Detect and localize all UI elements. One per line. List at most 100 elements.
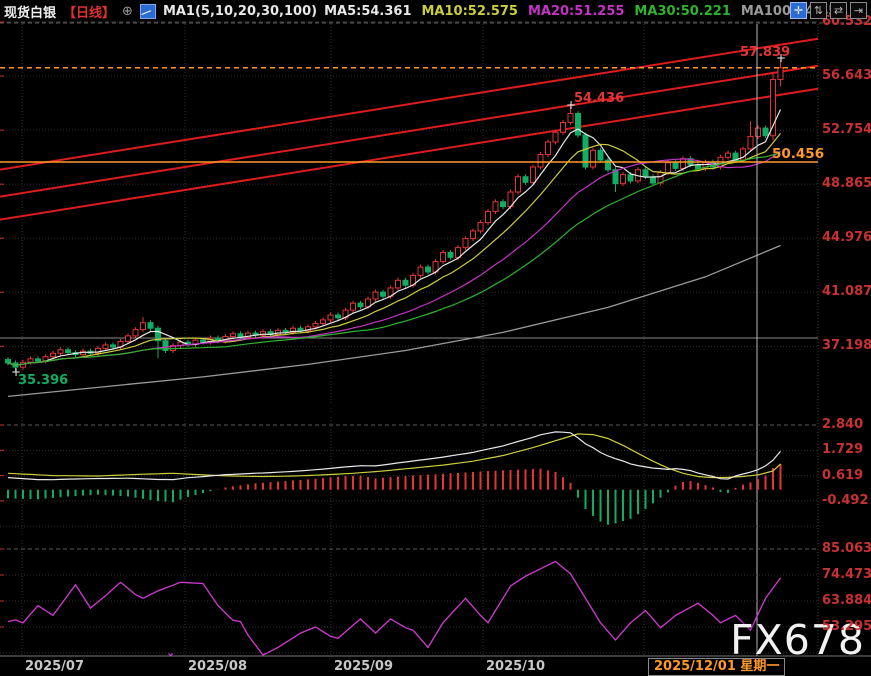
- candle-up: [493, 202, 498, 212]
- candle-up: [51, 353, 56, 356]
- candle-down: [381, 292, 386, 296]
- candle-up: [666, 163, 671, 173]
- chart-window: 现货白银 【日线】 ⊕ MA1(5,10,20,30,100) MA5:54.3…: [0, 0, 871, 676]
- candle-up: [531, 167, 536, 182]
- candle-up: [756, 128, 761, 136]
- ma-value-label: MA5:54.361: [324, 4, 411, 19]
- candle-up: [726, 153, 731, 157]
- candle-up: [396, 280, 401, 288]
- time-axis-label: 2025/09: [334, 659, 393, 674]
- candle-up: [568, 113, 573, 122]
- candle-down: [403, 280, 408, 285]
- shift-chart-icon[interactable]: ⇥: [850, 2, 867, 19]
- candle-up: [328, 315, 333, 320]
- candle-up: [486, 211, 491, 222]
- candle-down: [148, 323, 153, 329]
- y-axis-tick-label: 48.865: [822, 176, 871, 191]
- y-axis-tick-label: -0.492: [822, 493, 869, 508]
- ma-values: MA5:54.361MA10:52.575MA20:51.255MA30:50.…: [324, 4, 846, 19]
- candle-down: [576, 113, 581, 135]
- candle-down: [426, 267, 431, 272]
- candle-down: [66, 350, 71, 353]
- y-axis-tick-label: 53.295: [822, 619, 871, 634]
- candle-up: [621, 175, 626, 184]
- low-price-label: 35.396: [18, 373, 68, 388]
- add-indicator-icon[interactable]: ⊕: [122, 4, 133, 19]
- y-axis-tick-label: 41.087: [822, 284, 871, 299]
- candle-down: [628, 175, 633, 181]
- high-marker-icon: +: [776, 51, 786, 65]
- ma-value-label: MA20:51.255: [528, 4, 624, 19]
- y-axis-tick-label: 63.884: [822, 593, 871, 608]
- candle-up: [748, 136, 753, 149]
- candle-down: [358, 303, 363, 306]
- toolbar: ✛⇅⇄⇥: [790, 2, 867, 19]
- time-axis-label: 2025/10: [486, 659, 545, 674]
- trend-channel-line: [0, 39, 818, 170]
- candle-up: [591, 150, 596, 167]
- layout-grid-icon[interactable]: ✛: [790, 2, 807, 19]
- x-axis-scale-icon[interactable]: ⇄: [830, 2, 847, 19]
- time-axis-label: 2025/07: [25, 659, 84, 674]
- candle-up: [418, 267, 423, 275]
- candle-up: [313, 323, 318, 326]
- candle-down: [201, 340, 206, 342]
- macd-macd-value: MACD:1.119: [294, 404, 384, 419]
- instrument-name: 现货白银: [4, 2, 56, 21]
- diff-line: [8, 432, 781, 480]
- candle-down: [673, 163, 678, 169]
- y-axis-tick-label: 56.643: [822, 68, 871, 83]
- ma-group-label: MA1(5,10,20,30,100): [163, 4, 317, 19]
- candle-up: [561, 123, 566, 133]
- rsi-name: RSI(14,14,14): [4, 529, 104, 544]
- candle-up: [373, 292, 378, 299]
- y-axis-tick-label: 85.063: [822, 541, 871, 556]
- candle-up: [553, 132, 558, 142]
- ma10-line: [8, 133, 781, 365]
- time-axis-label: 2025/08: [188, 659, 247, 674]
- y-axis-tick-label: 74.473: [822, 567, 871, 582]
- candle-down: [523, 177, 528, 183]
- candle-up: [471, 231, 476, 239]
- rsi-pane-label: RSI(14,14,14) RSI1:73.344 RSI2:73.344 RS…: [0, 529, 394, 544]
- macd-dea-value: DEA:1.131: [209, 404, 285, 419]
- candle-down: [6, 360, 11, 363]
- dea-line: [8, 434, 781, 478]
- macd-diff-value: DIFF:1.691: [122, 404, 201, 419]
- trend-channel-line: [0, 89, 818, 220]
- candle-up: [771, 79, 776, 135]
- y-axis-tick-label: 52.754: [822, 122, 871, 137]
- rsi2-value: RSI2:73.344: [209, 529, 298, 544]
- current-price-label: 50.456: [772, 146, 824, 162]
- candle-up: [516, 177, 521, 192]
- candle-up: [351, 303, 356, 310]
- macd-name: MACD(26,12,9): [4, 404, 114, 419]
- candle-up: [28, 359, 33, 362]
- candle-up: [321, 320, 326, 323]
- chart-type-icon[interactable]: [140, 4, 156, 19]
- peak-marker-icon: +: [566, 98, 576, 112]
- candle-up: [441, 252, 446, 261]
- y-axis-tick-label: 2.840: [822, 417, 863, 432]
- header-bar: 现货白银 【日线】 ⊕ MA1(5,10,20,30,100) MA5:54.3…: [0, 0, 871, 22]
- ma100-line: [8, 246, 781, 397]
- macd-pane-label: MACD(26,12,9) DIFF:1.691 DEA:1.131 MACD:…: [0, 404, 383, 419]
- candle-down: [651, 177, 656, 183]
- candle-down: [501, 202, 506, 207]
- candle-up: [141, 323, 146, 330]
- candle-up: [538, 154, 543, 167]
- candle-up: [546, 142, 551, 155]
- trend-channel-line: [0, 66, 818, 197]
- rsi3-value: RSI3:73.344: [306, 529, 395, 544]
- period-tag[interactable]: 【日线】: [63, 2, 115, 21]
- rsi1-value: RSI1:73.344: [112, 529, 201, 544]
- candle-up: [231, 334, 236, 337]
- chart-canvas[interactable]: [0, 0, 871, 676]
- candle-down: [111, 345, 116, 347]
- low-marker-icon: +: [11, 365, 21, 379]
- candle-up: [103, 345, 108, 348]
- y-axis-scale-icon[interactable]: ⇅: [810, 2, 827, 19]
- peak-price-label: 54.436: [574, 91, 624, 106]
- ma5-line: [8, 110, 781, 366]
- candle-down: [643, 170, 648, 177]
